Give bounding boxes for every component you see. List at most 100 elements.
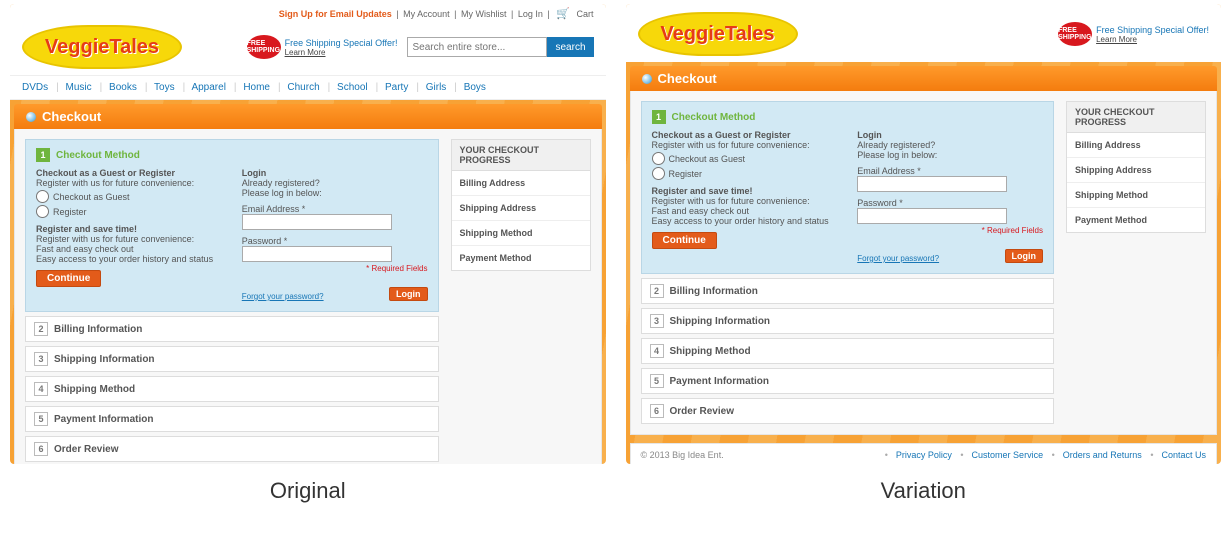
learn-more-link[interactable]: Learn More [285,48,398,57]
footer-customer-service[interactable]: Customer Service [972,450,1044,460]
signup-link[interactable]: Sign Up for Email Updates [279,9,392,19]
register-save-subtext: Register with us for future convenience: [36,234,222,244]
progress-payment-method: Payment Method [452,246,590,270]
progress-shipping-address: Shipping Address [452,196,590,221]
learn-more-link[interactable]: Learn More [1096,35,1209,44]
variation-panel: VeggieTales FREE SHIPPING Free Shipping … [626,4,1222,464]
register-benefit-2: Easy access to your order history and st… [652,216,838,226]
radio-register[interactable] [652,167,665,180]
footer-contact[interactable]: Contact Us [1161,450,1206,460]
footer: © 2013 Big Idea Ent. •Privacy Policy •Cu… [630,443,1218,464]
nav-party[interactable]: Party [385,82,408,93]
password-field[interactable] [857,208,1007,224]
email-label: Email Address * [857,166,1043,176]
footer-orders-returns[interactable]: Orders and Returns [1063,450,1142,460]
free-shipping-promo: FREE SHIPPING Free Shipping Special Offe… [1058,22,1209,46]
email-field[interactable] [857,176,1007,192]
password-field[interactable] [242,246,392,262]
logo[interactable]: VeggieTales [22,25,182,69]
login-link[interactable]: Log In [518,9,543,19]
nav-school[interactable]: School [337,82,368,93]
login-sub-1: Already registered? [242,178,428,188]
page-title: Checkout [42,109,101,124]
step-4-shipping-method[interactable]: 4 Shipping Method [641,338,1055,364]
caption-variation: Variation [626,478,1222,504]
login-sub-1: Already registered? [857,140,1043,150]
step-3-shipping-info[interactable]: 3 Shipping Information [641,308,1055,334]
guest-register-heading: Checkout as a Guest or Register [36,168,175,178]
radio-register[interactable] [36,205,49,218]
step-title: Checkout Method [56,150,140,161]
search-button[interactable]: search [547,37,593,57]
free-shipping-promo: FREE SHIPPING Free Shipping Special Offe… [247,35,398,59]
register-benefit-1: Fast and easy check out [36,244,222,254]
top-links: Sign Up for Email Updates | My Account |… [10,4,606,23]
nav-apparel[interactable]: Apparel [191,82,225,93]
step-1-checkout-method: 1 Checkout Method Checkout as a Guest or… [25,139,439,312]
copyright: © 2013 Big Idea Ent. [641,450,724,460]
step-3-shipping-info[interactable]: 3 Shipping Information [25,346,439,372]
step-2-billing[interactable]: 2 Billing Information [641,278,1055,304]
cart-link[interactable]: Cart [576,9,593,19]
nav-church[interactable]: Church [287,82,319,93]
main-nav: DVDs| Music| Books| Toys| Apparel| Home|… [10,75,606,100]
radio-guest[interactable] [36,190,49,203]
email-field[interactable] [242,214,392,230]
option-checkout-guest[interactable]: Checkout as Guest [652,152,838,165]
checkout-content: 1 Checkout Method Checkout as a Guest or… [630,91,1218,435]
login-heading: Login [857,130,882,140]
free-shipping-text: Free Shipping Special Offer! [1096,25,1209,35]
continue-button[interactable]: Continue [36,270,101,287]
step-number-1: 1 [652,110,666,124]
nav-dvds[interactable]: DVDs [22,82,48,93]
continue-button[interactable]: Continue [652,232,717,249]
page-title: Checkout [658,71,717,86]
password-label: Password * [242,236,428,246]
guest-register-subtext: Register with us for future convenience: [36,178,222,188]
step-title: Checkout Method [672,112,756,123]
login-button[interactable]: Login [1005,249,1044,263]
nav-toys[interactable]: Toys [154,82,175,93]
step-6-order-review[interactable]: 6 Order Review [25,436,439,462]
nav-girls[interactable]: Girls [426,82,447,93]
progress-payment-method: Payment Method [1067,208,1205,232]
search-form: search [407,37,593,57]
step-4-shipping-method[interactable]: 4 Shipping Method [25,376,439,402]
checkout-title-bar: Checkout [14,104,602,129]
option-register[interactable]: Register [36,205,222,218]
register-save-heading: Register and save time! [36,224,137,234]
nav-home[interactable]: Home [243,82,270,93]
my-account-link[interactable]: My Account [403,9,450,19]
forgot-password-link[interactable]: Forgot your password? [857,254,939,263]
forgot-password-link[interactable]: Forgot your password? [242,292,324,301]
nav-boys[interactable]: Boys [464,82,486,93]
step-6-order-review[interactable]: 6 Order Review [641,398,1055,424]
radio-guest[interactable] [652,152,665,165]
step-5-payment[interactable]: 5 Payment Information [641,368,1055,394]
checkout-progress-box: YOUR CHECKOUT PROGRESS Billing Address S… [451,139,591,271]
step-5-payment[interactable]: 5 Payment Information [25,406,439,432]
original-panel: Sign Up for Email Updates | My Account |… [10,4,606,464]
step-2-billing[interactable]: 2 Billing Information [25,316,439,342]
nav-music[interactable]: Music [66,82,92,93]
checkout-content: 1 Checkout Method Checkout as a Guest or… [14,129,602,464]
footer-privacy[interactable]: Privacy Policy [896,450,952,460]
my-wishlist-link[interactable]: My Wishlist [461,9,507,19]
caption-original: Original [10,478,606,504]
header: VeggieTales FREE SHIPPING Free Shipping … [10,23,606,75]
progress-shipping-method: Shipping Method [452,221,590,246]
progress-header: YOUR CHECKOUT PROGRESS [452,140,590,171]
option-register[interactable]: Register [652,167,838,180]
bullet-icon [642,74,652,84]
guest-register-subtext: Register with us for future convenience: [652,140,838,150]
cart-icon[interactable]: 🛒 [556,8,570,20]
search-input[interactable] [407,37,547,57]
login-button[interactable]: Login [389,287,428,301]
nav-books[interactable]: Books [109,82,137,93]
email-label: Email Address * [242,204,428,214]
register-save-subtext: Register with us for future convenience: [652,196,838,206]
logo[interactable]: VeggieTales [638,12,798,56]
password-label: Password * [857,198,1043,208]
free-shipping-badge-icon: FREE SHIPPING [247,35,281,59]
option-checkout-guest[interactable]: Checkout as Guest [36,190,222,203]
